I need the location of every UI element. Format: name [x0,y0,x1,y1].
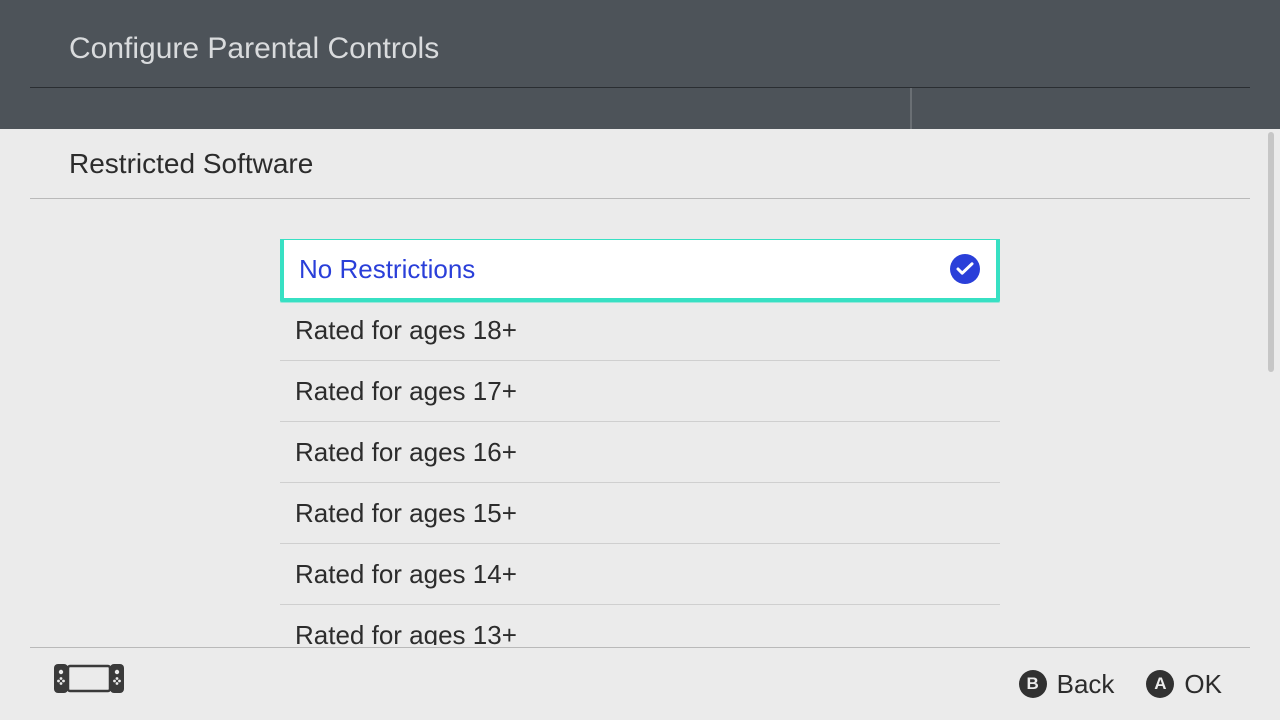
options-list: No Restrictions Rated for ages 18+ Rated… [280,239,1000,645]
option-label: Rated for ages 18+ [295,315,517,346]
footer-bar: B Back A OK [0,648,1280,720]
section-title: Restricted Software [69,148,313,180]
header-divider [30,87,1250,88]
back-label: Back [1057,669,1115,700]
option-ages-17[interactable]: Rated for ages 17+ [280,361,1000,422]
a-button-icon: A [1146,670,1174,698]
option-label: Rated for ages 15+ [295,498,517,529]
option-ages-13[interactable]: Rated for ages 13+ [280,605,1000,645]
content-region: Restricted Software No Restrictions Rate… [0,129,1280,720]
ok-label: OK [1184,669,1222,700]
ok-button[interactable]: A OK [1146,669,1222,700]
header-region: Configure Parental Controls [0,0,1280,129]
scrollbar[interactable] [1268,132,1274,372]
option-ages-16[interactable]: Rated for ages 16+ [280,422,1000,483]
header-tab-indicator [910,88,912,129]
option-label: Rated for ages 17+ [295,376,517,407]
back-button[interactable]: B Back [1019,669,1115,700]
option-label: Rated for ages 16+ [295,437,517,468]
option-label: Rated for ages 14+ [295,559,517,590]
option-no-restrictions[interactable]: No Restrictions [280,239,1000,302]
option-label: No Restrictions [299,254,475,285]
option-ages-15[interactable]: Rated for ages 15+ [280,483,1000,544]
option-ages-18[interactable]: Rated for ages 18+ [280,300,1000,361]
controller-icon [54,664,124,698]
option-label: Rated for ages 13+ [295,620,517,646]
b-button-icon: B [1019,670,1047,698]
section-divider [30,198,1250,199]
check-icon [950,254,980,284]
option-ages-14[interactable]: Rated for ages 14+ [280,544,1000,605]
page-title: Configure Parental Controls [69,32,439,66]
